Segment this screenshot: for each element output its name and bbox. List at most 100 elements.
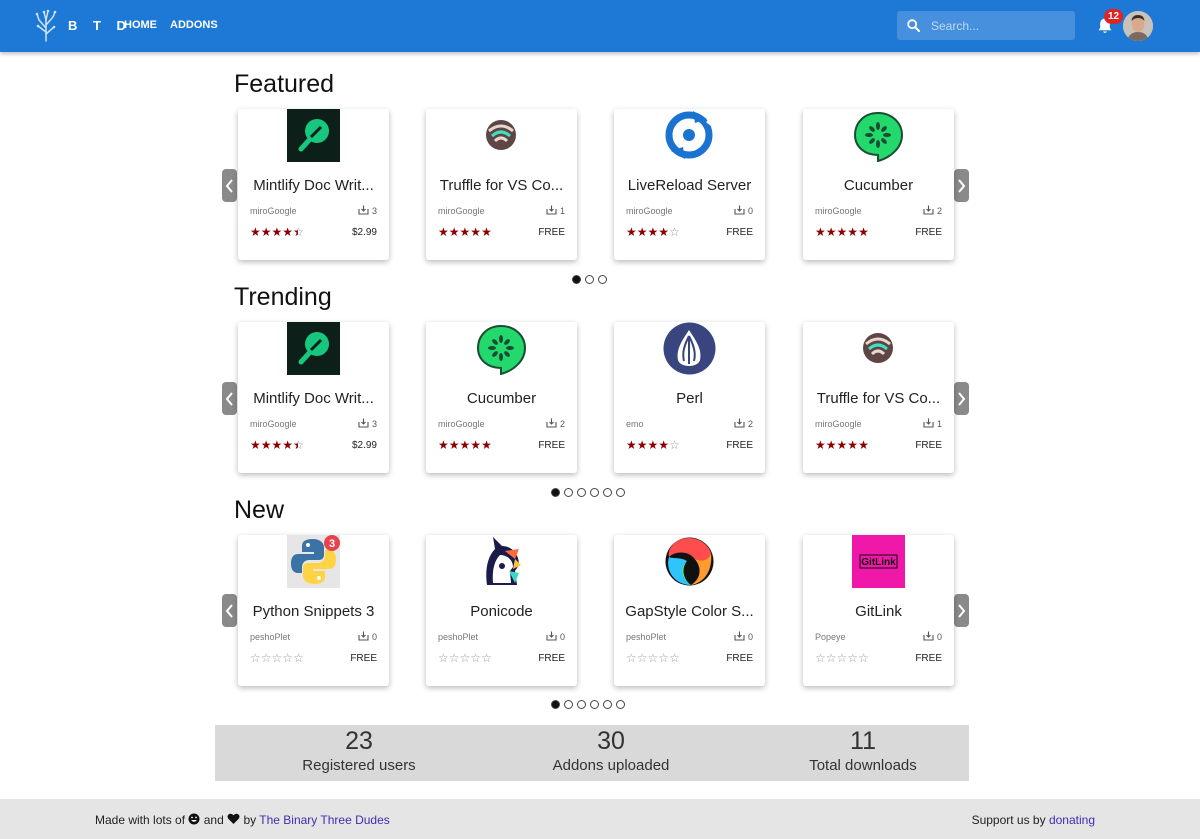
addon-rating: ☆☆☆☆☆ xyxy=(438,651,492,665)
addon-author: peshoPlet xyxy=(626,632,667,642)
download-tray-icon xyxy=(546,631,557,641)
addon-name: Python Snippets 3 xyxy=(252,603,375,620)
download-count: 2 xyxy=(936,206,942,216)
download-tray-icon xyxy=(923,205,934,215)
addon-card[interactable]: Cucumber miroGoogle 2 ★★★★★ FREE xyxy=(426,322,577,473)
addon-card[interactable]: GitLink GitLink Popeye 0 ☆☆☆☆☆ FREE xyxy=(803,535,954,686)
search-box[interactable] xyxy=(897,11,1075,40)
star-filled-icon: ★ xyxy=(626,225,637,239)
addon-name: Perl xyxy=(676,390,703,407)
addon-card[interactable]: Truffle for VS Co... miroGoogle 1 ★★★★★ … xyxy=(426,109,577,260)
carousel-dot[interactable] xyxy=(551,700,560,709)
team-link[interactable]: The Binary Three Dudes xyxy=(259,813,390,827)
footer-support: Support us by donating xyxy=(972,813,1095,827)
tree-logo-icon[interactable] xyxy=(34,8,58,42)
carousel-dot[interactable] xyxy=(564,488,573,497)
download-tray-icon xyxy=(358,418,369,428)
cucumber-icon xyxy=(852,109,905,163)
footer-credits: Made with lots of and by The Binary Thre… xyxy=(95,813,390,827)
addon-price: FREE xyxy=(915,227,942,238)
star-filled-icon: ★ xyxy=(438,225,449,239)
addon-rating: ★★★★★ xyxy=(438,438,492,452)
trending-next-arrow[interactable] xyxy=(954,382,969,415)
addon-price: FREE xyxy=(538,227,565,238)
carousel-dot[interactable] xyxy=(564,700,573,709)
nav-home-link[interactable]: HOME xyxy=(124,19,157,31)
addon-price: $2.99 xyxy=(351,440,377,451)
addon-card[interactable]: Truffle for VS Co... miroGoogle 1 ★★★★★ … xyxy=(803,322,954,473)
new-prev-arrow[interactable] xyxy=(222,594,237,627)
addon-card[interactable]: Cucumber miroGoogle 2 ★★★★★ FREE xyxy=(803,109,954,260)
addon-rating: ★★★★★ xyxy=(815,225,869,239)
stat-addons-uploaded: 30 Addons uploaded xyxy=(485,725,737,774)
stats-bar: 23 Registered users 30 Addons uploaded 1… xyxy=(215,725,969,781)
featured-prev-arrow[interactable] xyxy=(222,169,237,202)
python-snippets-icon: 3 xyxy=(287,535,340,588)
star-empty-icon: ☆ xyxy=(636,651,648,665)
footer-and-text: and xyxy=(203,813,224,827)
star-filled-icon: ★ xyxy=(470,225,482,239)
addon-card[interactable]: Mintlify Doc Writ... miroGoogle 3 ★★★★☆★… xyxy=(238,109,389,260)
star-empty-icon: ☆ xyxy=(293,651,304,665)
carousel-dot[interactable] xyxy=(598,275,607,284)
chevron-right-icon xyxy=(958,392,966,406)
star-filled-icon: ★ xyxy=(459,438,471,452)
addon-price: $2.99 xyxy=(351,227,377,238)
star-filled-icon: ★ xyxy=(282,438,294,452)
nav-addons-link[interactable]: ADDONS xyxy=(170,19,218,31)
carousel-dot[interactable] xyxy=(577,488,586,497)
addon-rating: ★★★★☆★ xyxy=(250,225,304,239)
addon-author: miroGoogle xyxy=(815,206,862,216)
footer-by-text: by xyxy=(243,813,257,827)
addon-author: peshoPlet xyxy=(438,632,479,642)
addon-downloads: 0 xyxy=(734,631,753,642)
star-filled-icon: ★ xyxy=(847,438,859,452)
addon-author: emo xyxy=(626,419,644,429)
addon-card[interactable]: Ponicode peshoPlet 0 ☆☆☆☆☆ FREE xyxy=(426,535,577,686)
addon-card[interactable]: LiveReload Server miroGoogle 0 ★★★★☆ FRE… xyxy=(614,109,765,260)
carousel-dot[interactable] xyxy=(577,700,586,709)
addon-name: GapStyle Color S... xyxy=(625,603,754,620)
cucumber-icon xyxy=(475,322,528,376)
addon-name: Cucumber xyxy=(466,390,537,407)
addon-downloads: 0 xyxy=(358,631,377,642)
carousel-dot[interactable] xyxy=(551,488,560,497)
new-next-arrow[interactable] xyxy=(954,594,969,627)
addon-rating: ★★★★☆ xyxy=(626,225,680,239)
user-avatar[interactable] xyxy=(1123,11,1153,41)
addon-card[interactable]: GapStyle Color S... peshoPlet 0 ☆☆☆☆☆ FR… xyxy=(614,535,765,686)
featured-next-arrow[interactable] xyxy=(954,169,969,202)
donate-link[interactable]: donating xyxy=(1049,813,1095,827)
stat-label: Registered users xyxy=(302,757,416,774)
download-tray-icon xyxy=(734,205,745,215)
addon-name: Truffle for VS Co... xyxy=(816,390,941,407)
addon-downloads: 1 xyxy=(923,418,942,429)
star-filled-icon: ★ xyxy=(847,225,859,239)
star-filled-icon: ★ xyxy=(282,225,294,239)
carousel-dot[interactable] xyxy=(603,700,612,709)
carousel-dot[interactable] xyxy=(616,700,625,709)
search-input[interactable] xyxy=(931,17,1069,34)
download-tray-icon xyxy=(546,418,557,428)
addon-author: Popeye xyxy=(815,632,846,642)
new-carousel-dots xyxy=(551,696,629,709)
stat-number: 30 xyxy=(597,727,625,755)
star-filled-icon: ★ xyxy=(271,438,283,452)
carousel-dot[interactable] xyxy=(616,488,625,497)
carousel-dot[interactable] xyxy=(572,275,581,284)
carousel-dot[interactable] xyxy=(585,275,594,284)
star-filled-icon: ★ xyxy=(636,225,648,239)
carousel-dot[interactable] xyxy=(590,488,599,497)
addon-downloads: 1 xyxy=(546,205,565,216)
star-half-icon: ☆★ xyxy=(293,438,304,452)
addon-card[interactable]: Mintlify Doc Writ... miroGoogle 3 ★★★★☆★… xyxy=(238,322,389,473)
star-filled-icon: ★ xyxy=(470,438,482,452)
trending-prev-arrow[interactable] xyxy=(222,382,237,415)
carousel-dot[interactable] xyxy=(590,700,599,709)
addon-downloads: 3 xyxy=(358,418,377,429)
addon-card[interactable]: 3 Python Snippets 3 peshoPlet 0 ☆☆☆☆☆ FR… xyxy=(238,535,389,686)
carousel-dot[interactable] xyxy=(603,488,612,497)
addon-card[interactable]: Perl emo 2 ★★★★☆ FREE xyxy=(614,322,765,473)
brand-name[interactable]: B T D xyxy=(68,18,132,33)
addon-downloads: 2 xyxy=(546,418,565,429)
